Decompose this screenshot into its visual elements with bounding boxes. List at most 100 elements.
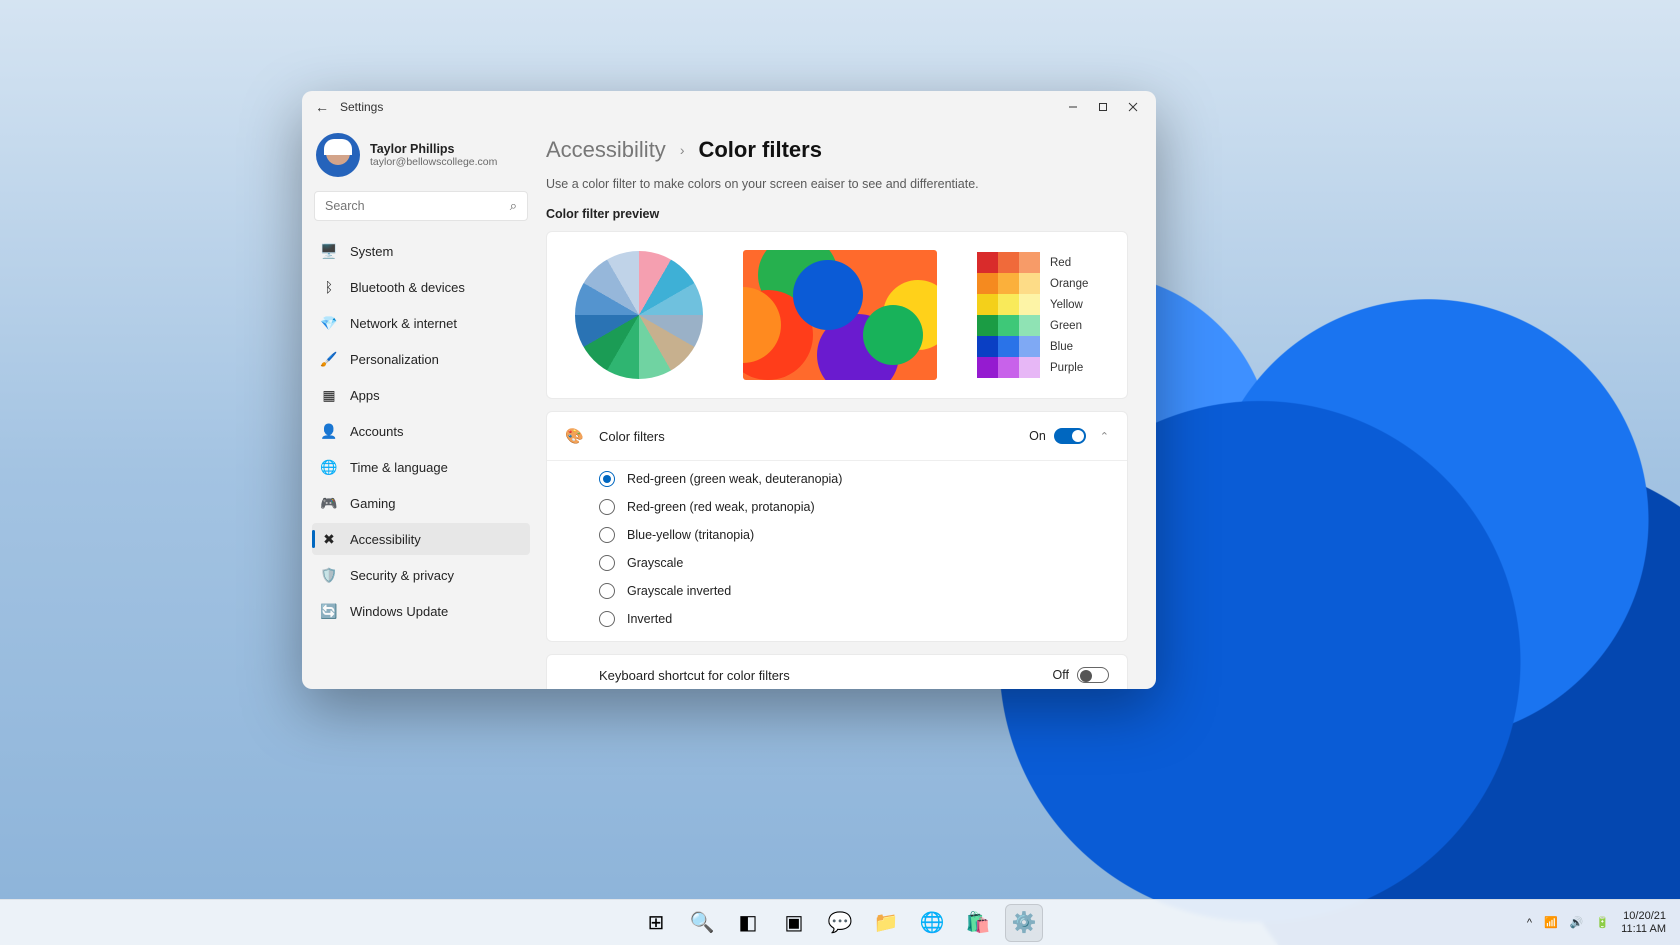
page-description: Use a color filter to make colors on you… — [546, 177, 1128, 191]
sidebar-item-label: Windows Update — [350, 604, 448, 619]
chevron-up-icon[interactable]: ⌃ — [1100, 430, 1109, 443]
swatch-cell — [1019, 273, 1040, 294]
filter-option-label: Grayscale — [627, 556, 683, 570]
swatch-row: Red — [977, 252, 1088, 273]
minimize-button[interactable] — [1058, 95, 1088, 119]
user-email: taylor@bellowscollege.com — [370, 156, 497, 168]
sidebar-item-label: Gaming — [350, 496, 396, 511]
keyboard-shortcut-title: Keyboard shortcut for color filters — [599, 668, 1053, 683]
search-icon[interactable]: 🔍 — [683, 904, 721, 942]
widgets-icon[interactable]: ▣ — [775, 904, 813, 942]
swatch-cell — [998, 252, 1019, 273]
sidebar-item-accessibility[interactable]: ✖Accessibility — [312, 523, 530, 555]
sidebar-item-windows-update[interactable]: 🔄 Windows Update — [312, 595, 530, 627]
palette-icon: 🎨 — [565, 427, 585, 445]
swatch-label: Green — [1050, 320, 1082, 332]
sidebar-item-time-language[interactable]: 🌐Time & language — [312, 451, 530, 483]
filter-option[interactable]: Red-green (green weak, deuteranopia) — [599, 471, 1109, 487]
clock[interactable]: 10/20/21 11:11 AM — [1621, 910, 1666, 935]
sidebar-item-bluetooth-devices[interactable]: ᛒ Bluetooth & devices — [312, 271, 530, 303]
swatch-row: Yellow — [977, 294, 1088, 315]
content-pane[interactable]: Accessibility › Color filters Use a colo… — [540, 123, 1156, 689]
keyboard-shortcut-toggle[interactable] — [1077, 667, 1109, 683]
sidebar-item-gaming[interactable]: 🎮 Gaming — [312, 487, 530, 519]
sidebar-item-label: Bluetooth & devices — [350, 280, 465, 295]
color-filter-preview: RedOrangeYellowGreenBluePurple — [546, 231, 1128, 399]
apps-icon: ▦ — [320, 386, 338, 404]
user-name: Taylor Phillips — [370, 142, 497, 156]
taskview-icon[interactable]: ◧ — [729, 904, 767, 942]
swatch-row: Blue — [977, 336, 1088, 357]
wifi-icon[interactable]: 📶 — [1544, 916, 1558, 929]
swatch-cell — [977, 294, 998, 315]
tray-chevron-up-icon[interactable]: ^ — [1527, 917, 1532, 929]
filter-option[interactable]: Red-green (red weak, protanopia) — [599, 499, 1109, 515]
titlebar: ← Settings — [302, 91, 1156, 123]
edge-icon[interactable]: 🌐 — [913, 904, 951, 942]
swatch-label: Blue — [1050, 341, 1073, 353]
swatch-cell — [998, 336, 1019, 357]
swatch-row: Orange — [977, 273, 1088, 294]
swatch-cell — [977, 252, 998, 273]
privacy-icon: 🛡️ — [320, 566, 338, 584]
close-button[interactable] — [1118, 95, 1148, 119]
swatch-cell — [998, 273, 1019, 294]
bluetooth-icon: ᛒ — [320, 278, 338, 296]
filter-option-label: Blue-yellow (tritanopia) — [627, 528, 754, 542]
swatch-cell — [998, 315, 1019, 336]
start-icon[interactable]: ⊞ — [637, 904, 675, 942]
filter-option[interactable]: Grayscale — [599, 555, 1109, 571]
shortcut-state-label: Off — [1053, 668, 1069, 682]
search-field[interactable] — [325, 199, 510, 213]
swatch-cell — [1019, 252, 1040, 273]
radio-icon — [599, 583, 615, 599]
radio-icon — [599, 611, 615, 627]
personalization-icon: 🖌️ — [320, 350, 338, 368]
swatch-cell — [977, 357, 998, 378]
sidebar-item-network-internet[interactable]: 💎Network & internet — [312, 307, 530, 339]
photo-preview — [743, 250, 937, 380]
update-icon: 🔄 — [320, 602, 338, 620]
color-filters-header[interactable]: 🎨 Color filters On ⌃ — [547, 412, 1127, 460]
chat-icon[interactable]: 💬 — [821, 904, 859, 942]
breadcrumb: Accessibility › Color filters — [546, 137, 1128, 163]
color-filters-toggle[interactable] — [1054, 428, 1086, 444]
system-icon: 🖥️ — [320, 242, 338, 260]
filter-option[interactable]: Inverted — [599, 611, 1109, 627]
radio-icon — [599, 471, 615, 487]
swatch-cell — [977, 315, 998, 336]
maximize-button[interactable] — [1088, 95, 1118, 119]
sidebar-item-personalization[interactable]: 🖌️Personalization — [312, 343, 530, 375]
sidebar-item-security-privacy[interactable]: 🛡️Security & privacy — [312, 559, 530, 591]
filter-option[interactable]: Grayscale inverted — [599, 583, 1109, 599]
sidebar-item-label: Accounts — [350, 424, 403, 439]
radio-icon — [599, 555, 615, 571]
explorer-icon[interactable]: 📁 — [867, 904, 905, 942]
store-icon[interactable]: 🛍️ — [959, 904, 997, 942]
avatar — [316, 133, 360, 177]
back-button[interactable]: ← — [310, 95, 334, 119]
swatch-cell — [1019, 294, 1040, 315]
color-filters-title: Color filters — [599, 429, 1029, 444]
volume-icon[interactable]: 🔊 — [1570, 916, 1584, 929]
system-tray[interactable]: ^ 📶 🔊 🔋 10/20/21 11:11 AM — [1527, 910, 1666, 935]
settings-app-icon[interactable]: ⚙️ — [1005, 904, 1043, 942]
filter-option-label: Red-green (green weak, deuteranopia) — [627, 472, 842, 486]
search-input[interactable]: ⌕ — [314, 191, 528, 221]
swatch-cell — [1019, 357, 1040, 378]
gaming-icon: 🎮 — [320, 494, 338, 512]
sidebar-item-system[interactable]: 🖥️System — [312, 235, 530, 267]
color-filters-card: 🎨 Color filters On ⌃ Red-green (green we… — [546, 411, 1128, 642]
sidebar-item-apps[interactable]: ▦Apps — [312, 379, 530, 411]
breadcrumb-parent[interactable]: Accessibility — [546, 137, 666, 163]
battery-icon[interactable]: 🔋 — [1595, 916, 1609, 929]
swatch-cell — [1019, 315, 1040, 336]
sidebar-item-accounts[interactable]: 👤Accounts — [312, 415, 530, 447]
page-title: Color filters — [698, 137, 821, 163]
swatch-cell — [977, 336, 998, 357]
sidebar-item-label: Time & language — [350, 460, 448, 475]
user-account[interactable]: Taylor Phillips taylor@bellowscollege.co… — [312, 127, 530, 183]
filter-option-label: Inverted — [627, 612, 672, 626]
keyboard-shortcut-card[interactable]: Keyboard shortcut for color filters Off — [546, 654, 1128, 689]
filter-option[interactable]: Blue-yellow (tritanopia) — [599, 527, 1109, 543]
